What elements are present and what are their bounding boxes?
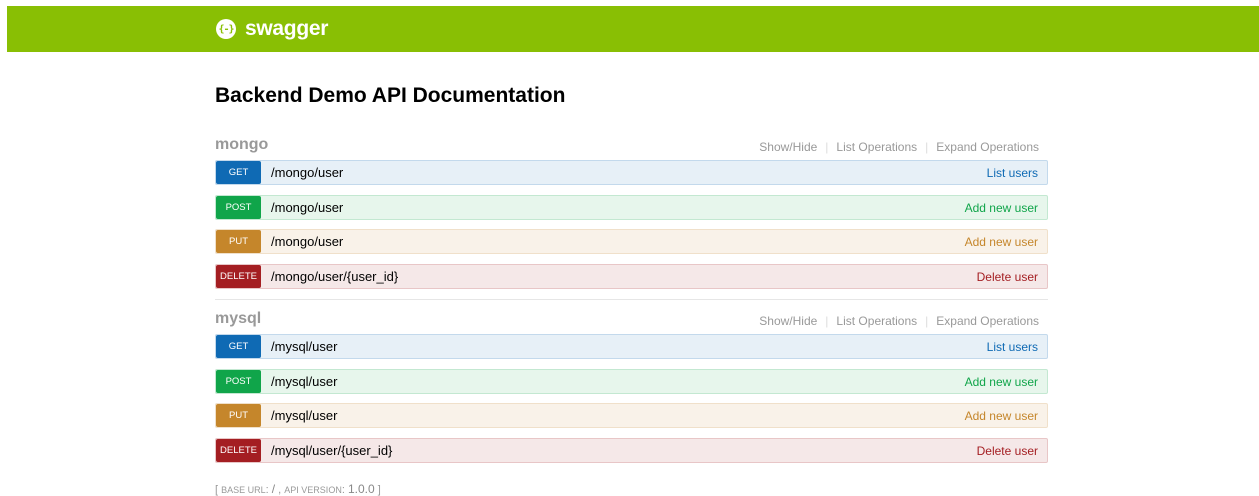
section-links: Show/Hide | List Operations | Expand Ope… — [759, 140, 1039, 154]
operation-summary[interactable]: Delete user — [977, 444, 1038, 458]
expand-operations-link[interactable]: Expand Operations — [936, 140, 1039, 154]
operation-post-mysql-user[interactable]: POST /mysql/user Add new user — [215, 368, 1048, 394]
page-title: Backend Demo API Documentation — [215, 84, 566, 107]
footer-open-bracket: [ — [215, 484, 219, 496]
section-links: Show/Hide | List Operations | Expand Ope… — [759, 314, 1039, 328]
operation-path[interactable]: /mysql/user — [271, 374, 337, 389]
operation-path[interactable]: /mysql/user — [271, 339, 337, 354]
method-badge-put[interactable]: PUT — [216, 230, 261, 253]
operation-put-mongo-user[interactable]: PUT /mongo/user Add new user — [215, 229, 1048, 254]
operation-summary[interactable]: Add new user — [965, 375, 1038, 389]
operation-summary[interactable]: Add new user — [965, 201, 1038, 215]
section-header: mongo Show/Hide | List Operations | Expa… — [215, 134, 1048, 160]
top-bar: {-} swagger — [7, 6, 1259, 52]
api-version-value: 1.0.0 — [347, 482, 375, 496]
method-badge-get[interactable]: GET — [216, 335, 261, 358]
link-separator: | — [925, 314, 929, 328]
link-separator: | — [925, 140, 929, 154]
operation-path[interactable]: /mongo/user — [271, 200, 343, 215]
swagger-logo[interactable]: {-} swagger — [216, 16, 328, 42]
operation-path[interactable]: /mysql/user/{user_id} — [271, 443, 392, 458]
operation-summary[interactable]: Add new user — [965, 235, 1038, 249]
operation-delete-mongo-user[interactable]: DELETE /mongo/user/{user_id} Delete user — [215, 263, 1048, 289]
operation-path[interactable]: /mongo/user/{user_id} — [271, 269, 398, 284]
expand-operations-link[interactable]: Expand Operations — [936, 314, 1039, 328]
method-badge-delete[interactable]: DELETE — [216, 264, 261, 288]
operation-summary[interactable]: List users — [987, 340, 1038, 354]
method-badge-post[interactable]: POST — [216, 369, 261, 393]
operation-summary[interactable]: List users — [987, 166, 1038, 180]
brand-name: swagger — [245, 17, 329, 40]
list-operations-link[interactable]: List Operations — [836, 140, 917, 154]
api-info-footer: [ Base url: / , api version: 1.0.0 ] — [215, 482, 381, 496]
section-divider — [215, 299, 1048, 300]
operation-path[interactable]: /mongo/user — [271, 165, 343, 180]
resource-section-mysql: mysql Show/Hide | List Operations | Expa… — [215, 308, 1048, 472]
section-name[interactable]: mysql — [215, 310, 261, 328]
method-badge-post[interactable]: POST — [216, 195, 261, 219]
operation-path[interactable]: /mongo/user — [271, 234, 343, 249]
method-badge-put[interactable]: PUT — [216, 404, 261, 427]
base-url-value: / — [271, 482, 276, 496]
show-hide-link[interactable]: Show/Hide — [759, 140, 817, 154]
operation-post-mongo-user[interactable]: POST /mongo/user Add new user — [215, 194, 1048, 220]
link-separator: | — [825, 314, 829, 328]
footer-close-bracket: ] — [377, 484, 381, 496]
operation-summary[interactable]: Add new user — [965, 409, 1038, 423]
operation-get-mysql-user[interactable]: GET /mysql/user List users — [215, 334, 1048, 359]
show-hide-link[interactable]: Show/Hide — [759, 314, 817, 328]
operation-get-mongo-user[interactable]: GET /mongo/user List users — [215, 160, 1048, 185]
operation-delete-mysql-user[interactable]: DELETE /mysql/user/{user_id} Delete user — [215, 437, 1048, 463]
base-url-label: Base url — [221, 485, 266, 495]
section-name[interactable]: mongo — [215, 136, 268, 154]
operation-summary[interactable]: Delete user — [977, 270, 1038, 284]
link-separator: | — [825, 140, 829, 154]
operation-put-mysql-user[interactable]: PUT /mysql/user Add new user — [215, 403, 1048, 428]
list-operations-link[interactable]: List Operations — [836, 314, 917, 328]
method-badge-get[interactable]: GET — [216, 161, 261, 184]
operation-path[interactable]: /mysql/user — [271, 408, 337, 423]
resource-section-mongo: mongo Show/Hide | List Operations | Expa… — [215, 134, 1048, 298]
section-header: mysql Show/Hide | List Operations | Expa… — [215, 308, 1048, 334]
api-version-label: api version — [284, 485, 342, 495]
method-badge-delete[interactable]: DELETE — [216, 438, 261, 462]
swagger-logo-icon: {-} — [216, 19, 236, 39]
